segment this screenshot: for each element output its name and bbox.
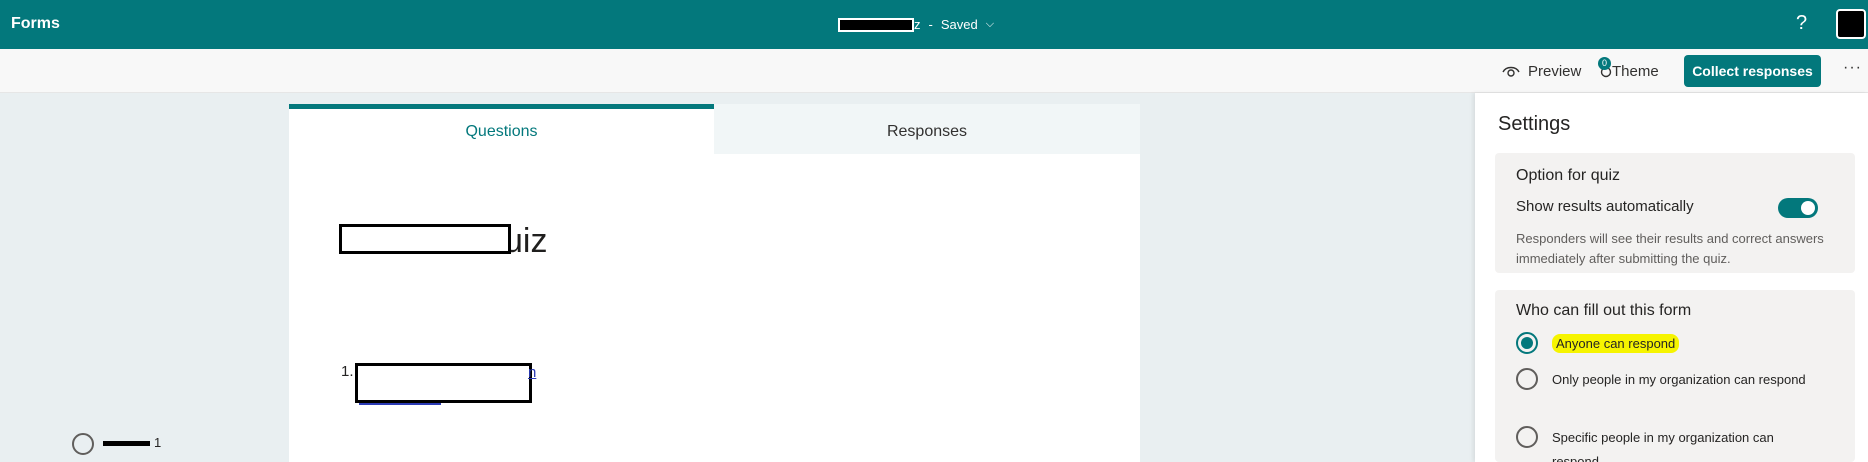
- tab-responses[interactable]: Responses: [714, 104, 1140, 154]
- preview-label: Preview: [1528, 62, 1582, 80]
- option-number: 1: [154, 435, 162, 450]
- help-icon[interactable]: ?: [1796, 12, 1807, 35]
- save-status: Saved: [940, 17, 978, 32]
- theme-label: Theme: [1612, 62, 1659, 80]
- question-number: 1.: [341, 363, 354, 380]
- settings-panel: Settings Option for quiz Show results au…: [1475, 93, 1868, 462]
- redacted-question[interactable]: [355, 363, 532, 403]
- form-card: Questions Responses uiz 1. n: [289, 104, 1140, 462]
- question-underline: [359, 403, 441, 405]
- preview-button[interactable]: Preview: [1502, 49, 1581, 93]
- collect-responses-button[interactable]: Collect responses: [1684, 55, 1821, 87]
- title-separator: -: [928, 17, 933, 32]
- radio-anyone[interactable]: [1516, 332, 1538, 354]
- eye-icon: [1502, 66, 1520, 77]
- settings-title: Settings: [1498, 113, 1571, 135]
- question-title-tail: n: [528, 364, 537, 381]
- radio-organization[interactable]: [1516, 368, 1538, 390]
- quiz-options-heading: Option for quiz: [1516, 167, 1621, 184]
- option-radio[interactable]: [72, 433, 94, 455]
- doc-title-tail: z: [914, 17, 921, 32]
- show-results-label: Show results automatically: [1516, 198, 1694, 215]
- app-name[interactable]: Forms: [11, 15, 60, 33]
- option-label: 1: [103, 435, 161, 450]
- option-anyone-label: Anyone can respond: [1552, 334, 1680, 353]
- option-specific-people-label: Specific people in my organization can r…: [1552, 430, 1774, 462]
- doc-title[interactable]: z - Saved ⌵: [838, 17, 994, 32]
- redacted-title: [838, 17, 914, 32]
- option-specific-people[interactable]: Specific people in my organization can r…: [1516, 426, 1822, 462]
- app-header: Forms z - Saved ⌵ ?: [0, 0, 1868, 49]
- who-can-fill-section: Who can fill out this form Anyone can re…: [1495, 290, 1855, 462]
- more-icon[interactable]: ···: [1843, 59, 1862, 77]
- option-anyone-text: Anyone can respond: [1552, 332, 1822, 356]
- who-can-fill-heading: Who can fill out this form: [1516, 302, 1692, 319]
- toggle-knob: [1801, 201, 1815, 215]
- avatar[interactable]: [1836, 9, 1866, 39]
- option-organization-label: Only people in my organization can respo…: [1552, 372, 1806, 387]
- theme-badge: 0: [1598, 57, 1611, 70]
- option-anyone[interactable]: Anyone can respond: [1516, 332, 1822, 356]
- tab-questions[interactable]: Questions: [289, 104, 714, 154]
- toolbar: Preview 0 Theme: [0, 49, 1868, 93]
- redacted-form-title: [339, 224, 511, 254]
- radio-specific-people[interactable]: [1516, 426, 1538, 448]
- theme-button[interactable]: 0 Theme: [1598, 49, 1659, 93]
- show-results-toggle[interactable]: [1778, 198, 1818, 218]
- show-results-description: Responders will see their results and co…: [1516, 231, 1824, 266]
- option-organization[interactable]: Only people in my organization can respo…: [1516, 368, 1822, 392]
- chevron-down-icon[interactable]: ⌵: [986, 18, 994, 31]
- quiz-options-section: Option for quiz Show results automatical…: [1495, 153, 1855, 273]
